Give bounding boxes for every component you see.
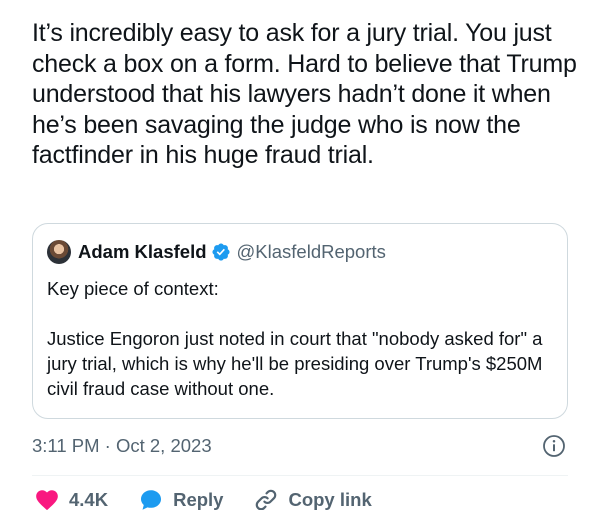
author-handle[interactable]: @KlasfeldReports xyxy=(237,241,386,263)
divider xyxy=(32,475,568,476)
tweet-text: It’s incredibly easy to ask for a jury t… xyxy=(32,19,584,169)
quoted-tweet-card[interactable]: Adam Klasfeld @KlasfeldReports Key piece… xyxy=(32,223,568,419)
reply-button[interactable]: Reply xyxy=(138,487,223,510)
quoted-tweet-text: Key piece of context: Justice Engoron ju… xyxy=(47,278,543,399)
action-bar: 4.4K Reply Copy link xyxy=(34,486,402,510)
like-button[interactable]: 4.4K xyxy=(34,487,108,510)
verified-badge-icon xyxy=(211,243,230,261)
info-icon[interactable] xyxy=(542,434,566,458)
quoted-tweet-header: Adam Klasfeld @KlasfeldReports xyxy=(47,240,386,264)
tweet: It’s incredibly easy to ask for a jury t… xyxy=(0,0,600,510)
like-count: 4.4K xyxy=(69,489,109,510)
reply-bubble-icon xyxy=(141,490,162,510)
author-name[interactable]: Adam Klasfeld xyxy=(78,241,207,263)
copy-link-button[interactable]: Copy link xyxy=(253,487,372,510)
link-icon xyxy=(256,489,277,510)
avatar[interactable] xyxy=(47,240,71,264)
copy-link-label: Copy link xyxy=(288,489,372,510)
tweet-meta: 3:11 PM · Oct 2, 2023 xyxy=(32,432,568,460)
reply-label: Reply xyxy=(173,489,224,510)
timestamp[interactable]: 3:11 PM · Oct 2, 2023 xyxy=(32,435,212,457)
heart-icon xyxy=(36,490,58,510)
